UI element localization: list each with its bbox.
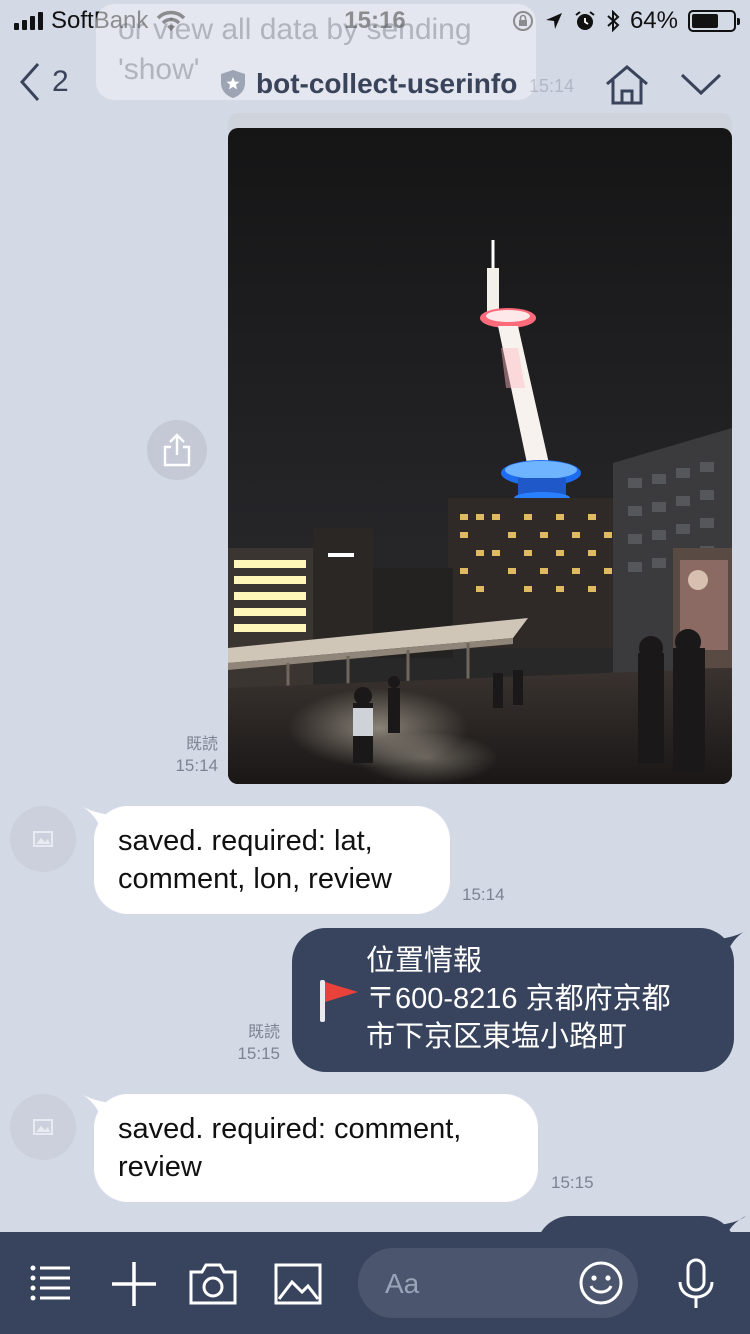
- image-placeholder-icon: [33, 831, 53, 847]
- kyoto-tower-photo: [228, 128, 732, 784]
- shield-star-icon: [221, 70, 245, 98]
- input-toolbar: Aa: [0, 1232, 750, 1334]
- message-time: 15:15: [551, 1173, 594, 1192]
- message-time: 15:15: [237, 1044, 280, 1063]
- home-icon[interactable]: [604, 64, 650, 106]
- location-label: 位置情報: [366, 945, 483, 977]
- message-bubble-incoming[interactable]: saved. required: lat, comment, lon, revi…: [94, 806, 450, 914]
- location-flag-icon: [320, 980, 358, 1022]
- message-input[interactable]: Aa: [358, 1248, 638, 1318]
- read-label: 既読: [247, 1024, 280, 1041]
- camera-icon[interactable]: [188, 1262, 238, 1306]
- image-message-meta: 既読 15:14: [150, 734, 218, 776]
- message-time: 15:14: [175, 756, 218, 775]
- back-unread-count: 2: [52, 65, 69, 98]
- battery-icon: [688, 10, 740, 32]
- chevron-down-icon[interactable]: [680, 72, 722, 96]
- nav-bar: 2 bot-collect-userinfo: [0, 52, 750, 116]
- ghost-text-line1: or view all data by sending: [118, 13, 472, 46]
- image-icon[interactable]: [274, 1262, 322, 1306]
- chevron-left-icon: [19, 63, 40, 101]
- message-text-line2: comment, lon, review: [118, 863, 392, 895]
- read-label: 既読: [185, 736, 218, 753]
- microphone-icon[interactable]: [676, 1258, 716, 1310]
- share-icon: [163, 433, 191, 467]
- image-message-kyoto-tower[interactable]: [228, 128, 732, 784]
- battery-percent: 64%: [629, 7, 678, 34]
- message-input-placeholder: Aa: [385, 1268, 420, 1299]
- bluetooth-icon: [607, 10, 620, 32]
- location-address-line2: 市下京区東塩小路町: [366, 1021, 628, 1053]
- message-text-line2: review: [118, 1151, 202, 1183]
- share-button[interactable]: [147, 420, 207, 480]
- plus-icon[interactable]: [110, 1260, 158, 1308]
- message-text-line1: saved. required: comment,: [118, 1113, 462, 1145]
- message-bubble-incoming[interactable]: saved. required: comment, review: [94, 1094, 538, 1202]
- location-message-bubble[interactable]: 位置情報 〒600-8216 京都府京都 市下京区東塩小路町: [292, 928, 734, 1072]
- back-button[interactable]: 2: [18, 62, 69, 102]
- location-arrow-icon: [545, 13, 562, 29]
- image-placeholder-icon: [33, 1119, 53, 1135]
- emoji-icon[interactable]: [578, 1260, 624, 1306]
- location-message-meta: 既読 15:15: [212, 1022, 280, 1064]
- message-time: 15:14: [462, 885, 505, 904]
- bot-avatar[interactable]: [10, 1094, 76, 1160]
- alarm-icon: [575, 11, 595, 30]
- menu-icon[interactable]: [30, 1264, 72, 1302]
- chat-title[interactable]: bot-collect-userinfo: [256, 68, 517, 100]
- location-address-line1: 〒600-8216 京都府京都: [366, 983, 671, 1015]
- message-text-line1: saved. required: lat,: [118, 825, 373, 857]
- bot-avatar[interactable]: [10, 806, 76, 872]
